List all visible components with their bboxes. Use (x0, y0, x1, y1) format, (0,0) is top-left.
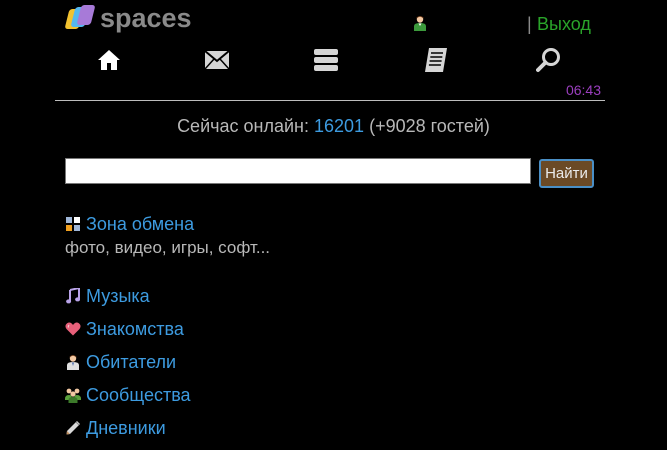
layers-icon (313, 48, 339, 77)
menu-item-label: Музыка (86, 286, 150, 306)
music-note-icon (65, 288, 81, 304)
logout-link[interactable]: Выход (537, 14, 591, 34)
menu-item-diaries[interactable]: Дневники (65, 417, 166, 439)
nav-search[interactable] (533, 46, 565, 78)
header-divider (55, 100, 605, 101)
main-nav (55, 46, 605, 78)
notepad-icon (424, 47, 448, 78)
menu-item-label: Сообщества (86, 385, 191, 405)
logo-mark-icon (64, 5, 96, 31)
heart-icon (65, 321, 81, 337)
pen-icon (65, 420, 81, 436)
menu-item-label: Обитатели (86, 352, 177, 372)
user-avatar-icon[interactable] (412, 15, 428, 31)
group-icon (65, 387, 81, 403)
home-icon (97, 48, 121, 77)
clock-time: 06:43 (565, 82, 601, 98)
envelope-icon (204, 49, 230, 75)
magnifier-icon (536, 47, 562, 78)
spaces-logo[interactable]: spaces (64, 4, 192, 32)
menu-item-dating[interactable]: Знакомства (65, 318, 184, 340)
logo-text: spaces (100, 3, 192, 33)
search-input[interactable] (65, 158, 531, 184)
exchange-subtitle: фото, видео, игры, софт... (65, 238, 271, 257)
menu-item-residents[interactable]: Обитатели (65, 351, 176, 373)
person-icon (65, 354, 81, 370)
nav-mail[interactable] (201, 46, 233, 78)
search-button[interactable]: Найти (539, 159, 594, 188)
menu-item-exchange[interactable]: Зона обмена (65, 213, 194, 235)
online-prefix: Сейчас онлайн: (177, 116, 309, 136)
nav-journal[interactable] (420, 46, 452, 78)
menu-item-music[interactable]: Музыка (65, 285, 150, 307)
menu-item-label: Дневники (86, 418, 166, 438)
grid-icon (65, 216, 81, 232)
page: spaces | Выход 06:43 Сейчас онлайн: 1620… (0, 0, 667, 450)
online-stats: Сейчас онлайн: 16201 (+9028 гостей) (0, 115, 667, 137)
menu-item-label: Знакомства (86, 319, 184, 339)
nav-home[interactable] (93, 46, 125, 78)
online-count-link[interactable]: 16201 (314, 116, 364, 136)
menu-item-label: Зона обмена (86, 214, 195, 234)
online-guests: (+9028 гостей) (369, 116, 490, 136)
menu-item-communities[interactable]: Сообщества (65, 384, 191, 406)
nav-feed[interactable] (310, 46, 342, 78)
header-separator: | (527, 14, 532, 34)
